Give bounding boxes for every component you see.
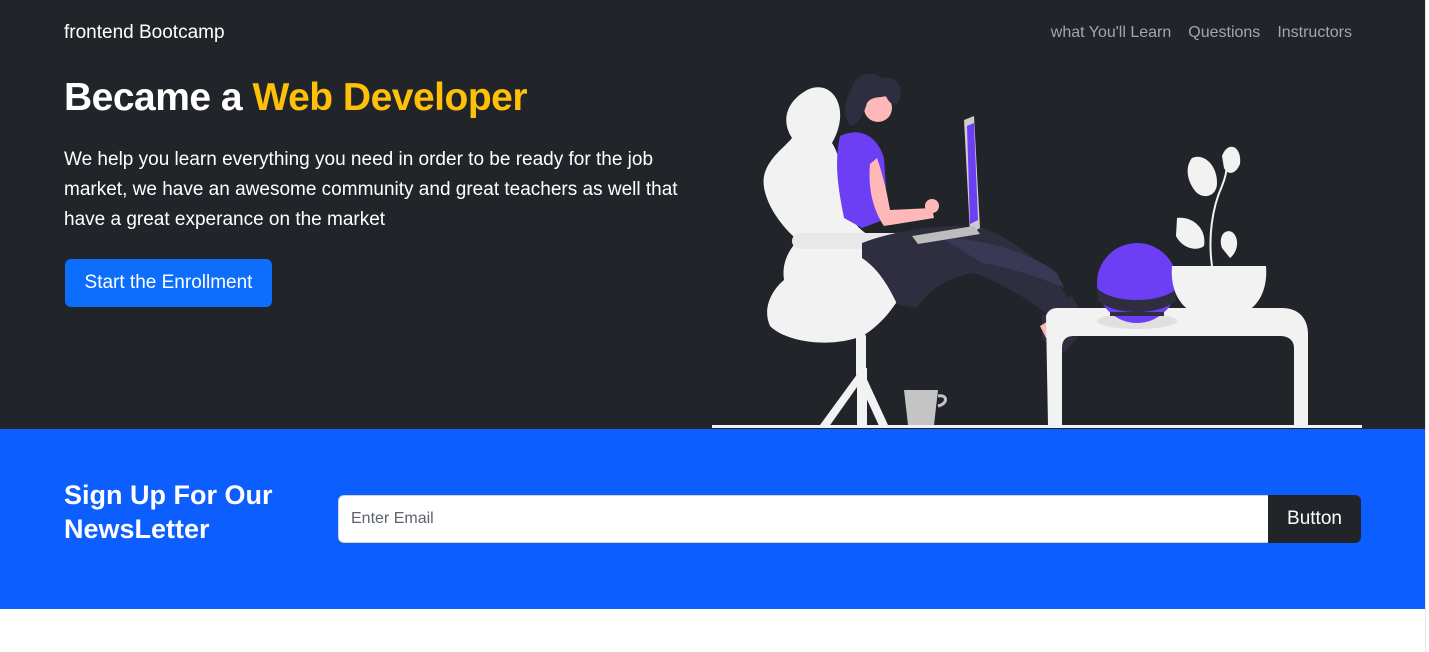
newsletter-title: Sign Up For Our NewsLetter	[64, 480, 273, 544]
nav-link-instructors[interactable]: Instructors	[1277, 24, 1352, 42]
nav-link-questions[interactable]: Questions	[1188, 24, 1260, 42]
globe-lamp-icon	[1097, 243, 1177, 329]
page-right-edge	[1425, 0, 1429, 652]
page: frontend Bootcamp what You'll Learn Ques…	[0, 0, 1425, 652]
plant-pot-icon	[1171, 146, 1267, 316]
woman-on-chair-with-laptop-illustration	[712, 73, 1362, 428]
brand-link[interactable]: frontend Bootcamp	[64, 22, 225, 44]
chair-base	[820, 333, 888, 428]
laptop-icon	[912, 116, 980, 244]
hero-title: Became a Web Developer	[64, 76, 528, 120]
floor-line	[712, 425, 1362, 428]
hero-section: frontend Bootcamp what You'll Learn Ques…	[0, 0, 1425, 429]
hero-title-prefix: Became a	[64, 76, 253, 119]
newsletter-submit-button[interactable]: Button	[1268, 495, 1361, 543]
hero-title-highlight: Web Developer	[252, 76, 528, 119]
nav-link-what-youll-learn[interactable]: what You'll Learn	[1051, 24, 1171, 42]
hero-description: We help you learn everything you need in…	[64, 149, 678, 230]
side-table	[1046, 308, 1308, 425]
main-nav: what You'll Learn Questions Instructors	[1051, 24, 1352, 42]
newsletter-section: Sign Up For Our NewsLetter Button	[0, 429, 1425, 609]
start-enrollment-button[interactable]: Start the Enrollment	[65, 259, 272, 307]
newsletter-email-input[interactable]	[338, 495, 1268, 543]
newsletter-form: Button	[338, 495, 1361, 543]
coffee-mug-icon	[904, 390, 947, 425]
